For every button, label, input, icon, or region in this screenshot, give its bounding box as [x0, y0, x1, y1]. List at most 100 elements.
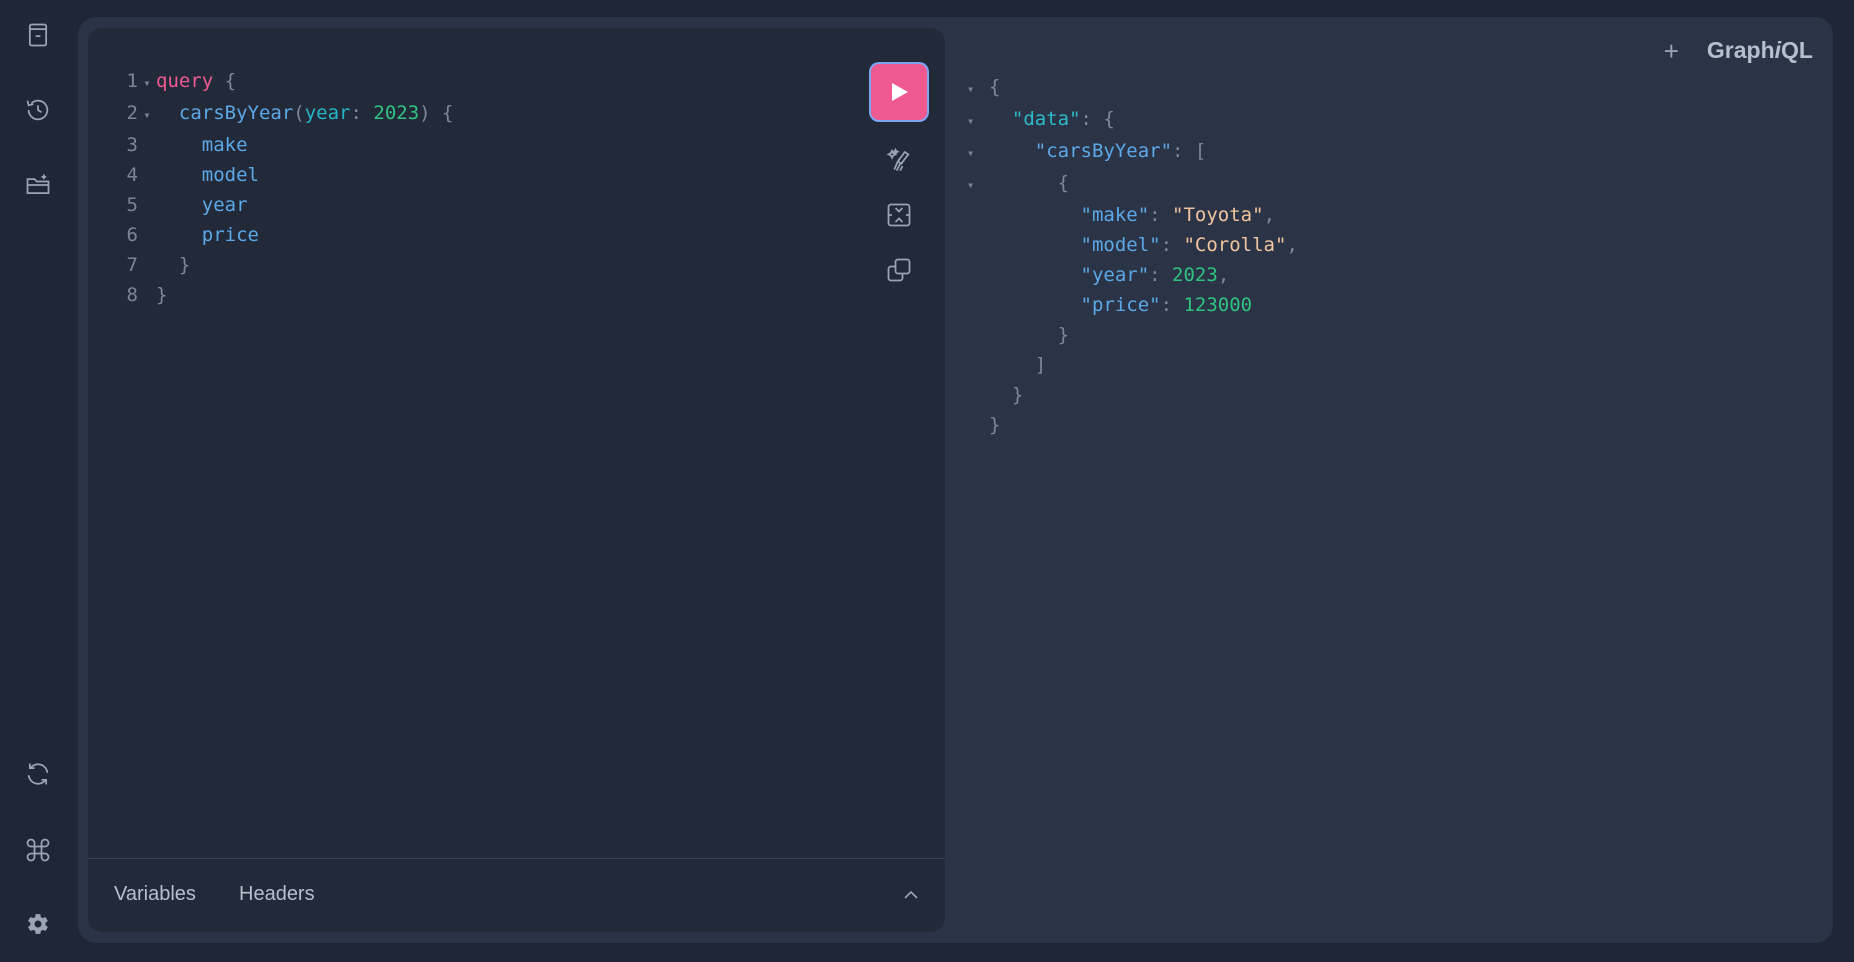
result-line: }: [967, 380, 1298, 410]
code-token: 2023: [373, 102, 420, 124]
result-token: [989, 140, 1035, 162]
code-line[interactable]: 6 price: [108, 220, 453, 250]
result-token: }: [989, 384, 1024, 406]
code-token: :: [350, 102, 374, 124]
code-line[interactable]: 7 }: [108, 250, 453, 280]
code-line[interactable]: 1 ▾ query {: [108, 66, 453, 98]
result-token: : [: [1172, 140, 1207, 162]
code-token: year: [156, 194, 248, 216]
main-panel: 1 ▾ query {2 ▾ carsByYear(year: 2023) {3 ma…: [78, 17, 1833, 943]
line-number: 7: [126, 254, 138, 276]
code-token: }: [156, 284, 168, 306]
code-token: year: [304, 102, 351, 124]
add-tab-button[interactable]: +: [1664, 38, 1679, 64]
fold-arrow-icon[interactable]: ▾: [138, 68, 156, 98]
line-number: 3: [126, 134, 138, 156]
result-token: [989, 294, 1081, 316]
line-number: 2: [126, 102, 138, 124]
chevron-up-icon[interactable]: [901, 885, 921, 905]
graphiql-app: 1 ▾ query {2 ▾ carsByYear(year: 2023) {3 ma…: [0, 0, 1854, 962]
fold-arrow-icon[interactable]: ▾: [967, 74, 989, 104]
result-token: 123000: [1183, 294, 1253, 316]
header-right: + GraphiQL: [1664, 37, 1813, 64]
result-token: [989, 264, 1081, 286]
result-token: ]: [989, 354, 1047, 376]
result-token: "data": [1011, 108, 1081, 130]
result-line: ▾ "carsByYear": [: [967, 136, 1298, 168]
result-token: [989, 234, 1081, 256]
code-token: }: [156, 254, 191, 276]
refresh-icon[interactable]: [20, 756, 56, 792]
result-token: 2023: [1172, 264, 1218, 286]
result-line: ]: [967, 350, 1298, 380]
play-icon: [892, 83, 908, 101]
result-line: ▾ "data": {: [967, 104, 1298, 136]
result-token: {: [989, 172, 1070, 194]
result-token: "make": [1080, 204, 1150, 226]
copy-icon[interactable]: [882, 253, 916, 287]
result-line: }: [967, 320, 1298, 350]
result-token: ,: [1286, 234, 1298, 256]
query-code[interactable]: 1 ▾ query {2 ▾ carsByYear(year: 2023) {3 ma…: [108, 66, 454, 310]
result-token: :: [1149, 264, 1173, 286]
settings-icon[interactable]: [20, 906, 56, 942]
result-line: }: [967, 410, 1298, 440]
fold-arrow-icon[interactable]: ▾: [138, 100, 156, 130]
code-line[interactable]: 8}: [108, 280, 453, 310]
result-token: "Toyota": [1172, 204, 1264, 226]
result-line: ▾ {: [967, 168, 1298, 200]
result-token: "carsByYear": [1034, 140, 1173, 162]
result-token: [989, 108, 1012, 130]
tab-variables[interactable]: Variables: [114, 883, 196, 906]
code-line[interactable]: 3 make: [108, 130, 453, 160]
code-token: (: [293, 102, 305, 124]
code-token: ) {: [419, 102, 454, 124]
code-token: model: [156, 164, 259, 186]
line-number: 8: [126, 284, 138, 306]
result-line: "price": 123000: [967, 290, 1298, 320]
fold-arrow-icon[interactable]: ▾: [967, 170, 989, 200]
line-number: 4: [126, 164, 138, 186]
code-token: carsByYear: [156, 102, 294, 124]
line-number: 5: [126, 194, 138, 216]
result-token: }: [989, 324, 1070, 346]
editor-tools-bar: Variables Headers: [88, 858, 945, 932]
graphiql-logo: GraphiQL: [1706, 37, 1813, 63]
result-token: {: [989, 76, 1001, 98]
result-token: ,: [1263, 204, 1276, 226]
result-line: "make": "Toyota",: [967, 200, 1298, 230]
result-token: : {: [1080, 108, 1115, 130]
result-viewer[interactable]: ▾{▾ "data": {▾ "carsByYear": [▾ { "make"…: [967, 72, 1298, 440]
docs-icon[interactable]: [20, 17, 56, 53]
history-icon[interactable]: [20, 92, 56, 128]
code-token: price: [156, 224, 259, 246]
run-query-button[interactable]: [871, 64, 927, 120]
result-token: }: [989, 414, 1001, 436]
command-icon[interactable]: [20, 832, 56, 868]
result-token: "model": [1080, 234, 1161, 256]
result-token: "year": [1080, 264, 1150, 286]
code-line[interactable]: 4 model: [108, 160, 453, 190]
result-token: :: [1149, 204, 1173, 226]
code-line[interactable]: 2 ▾ carsByYear(year: 2023) {: [108, 98, 454, 130]
folder-plus-icon[interactable]: [20, 167, 56, 203]
result-token: :: [1160, 234, 1184, 256]
line-number: 6: [126, 224, 138, 246]
code-token: query: [156, 70, 214, 92]
code-line[interactable]: 5 year: [108, 190, 453, 220]
fold-arrow-icon[interactable]: ▾: [967, 138, 989, 168]
code-token: {: [213, 70, 237, 92]
sidebar: [0, 0, 78, 962]
query-editor[interactable]: 1 ▾ query {2 ▾ carsByYear(year: 2023) {3 ma…: [88, 28, 945, 932]
result-token: "price": [1080, 294, 1161, 316]
fold-arrow-icon[interactable]: ▾: [967, 106, 989, 136]
prettify-icon[interactable]: [882, 142, 916, 176]
result-line: ▾{: [967, 72, 1298, 104]
result-token: "Corolla": [1183, 234, 1287, 256]
result-token: ,: [1217, 264, 1230, 286]
code-token: make: [156, 134, 248, 156]
result-token: :: [1160, 294, 1184, 316]
result-token: [989, 204, 1081, 226]
merge-fragments-icon[interactable]: [882, 198, 916, 232]
tab-headers[interactable]: Headers: [239, 883, 315, 906]
